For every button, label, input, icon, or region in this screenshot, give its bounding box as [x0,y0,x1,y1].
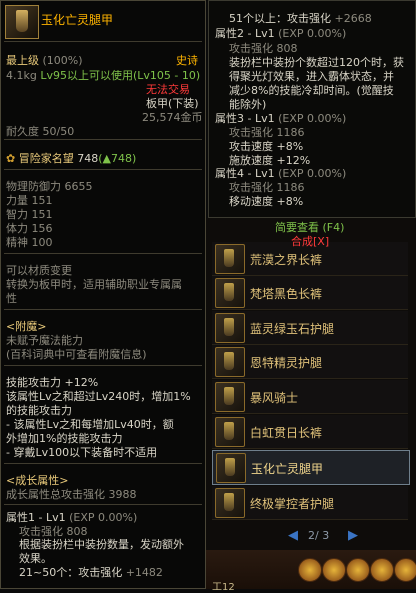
pager: ◀ 2/ 3 ▶ [212,524,408,548]
divider [4,139,202,140]
durability-label: 耐久度 50/50 [6,125,75,138]
item-icon [215,278,245,308]
grade-label: 最上级 (100%) [6,54,83,67]
skill-slot-icon[interactable] [322,558,346,582]
divider [4,463,202,464]
item-label: 暴风骑士 [250,391,299,405]
prev-page-icon[interactable]: ◀ [288,528,298,543]
item-label: 恩特精灵护腿 [250,356,323,370]
item-tooltip: 玉化亡灵腿甲 最上级 (100%) 史诗 4.1kg Lv95以上可以使用(Lv… [0,0,206,589]
skill-slot-icon[interactable] [298,558,322,582]
item-label: 蓝灵绿玉石护腿 [250,322,335,336]
item-label: 白虹贯日长裤 [250,426,323,440]
divider [4,41,202,42]
item-icon [5,5,39,39]
item-label: 终极掌控者护腿 [250,497,335,511]
page-indicator: 2/ 3 [308,529,330,542]
prop4-line: 移动速度 +8% [229,195,304,208]
item-label: 玉化亡灵腿甲 [251,462,324,476]
rarity-label: 史诗 [176,54,198,67]
item-icon [215,417,245,447]
next-page-icon[interactable]: ▶ [348,528,358,543]
divider [4,309,202,310]
transfer-line: 性 [6,292,17,305]
item-icon [215,488,245,518]
stat-line: 精神 100 [6,236,53,249]
skill-slot-icon[interactable] [346,558,370,582]
tooltip-continuation: 51个以上：攻击强化 +2668 属性2 - Lv1 (EXP 0.00%) 攻… [208,0,416,248]
list-item[interactable]: 暴风骑士 [212,380,408,414]
tier-line: 51个以上：攻击强化 +2668 [229,12,372,25]
item-icon [215,244,245,274]
list-item[interactable]: 恩特精灵护腿 [212,345,408,379]
item-label: 梵塔黑色长裤 [250,287,323,301]
prop1-tier: 21~50个：攻击强化 +1482 [19,566,163,579]
item-label: 荒漠之界长裤 [250,253,323,267]
list-item-selected[interactable]: 玉化亡灵腿甲 [212,450,410,485]
item-name: 玉化亡灵腿甲 [41,13,114,27]
item-icon [215,382,245,412]
quickslot-bar [206,550,416,589]
price-label: 25,574金币 [142,111,203,124]
skill-slot-icon[interactable] [394,558,416,582]
divider [4,504,202,505]
hotkey-label: 工12 [212,582,235,593]
fame-row: ✿ 冒险家名望 748(▲748) [6,152,137,165]
item-icon [215,347,245,377]
fame-icon: ✿ [6,152,16,165]
skill-slot-icon[interactable] [370,558,394,582]
divider [4,365,202,366]
list-item[interactable]: 终极掌控者护腿 [212,486,408,520]
item-icon [216,453,246,483]
growth-total: 成长属性总攻击强化 3988 [6,488,137,501]
skill-line: - 穿戴Lv100以下装备时不适用 [6,446,158,459]
synthesize-button[interactable]: 合成[X] [291,233,329,249]
list-item[interactable]: 梵塔黑色长裤 [212,276,408,310]
divider [4,253,202,254]
enchant-line: (百科词典中可查看附魔信息) [6,348,147,361]
list-item[interactable]: 蓝灵绿玉石护腿 [212,311,408,345]
transfer-line: 转换为板甲时，适用辅助职业专属属 [6,278,182,291]
item-icon [215,313,245,343]
prop2-title: 属性2 - Lv1 (EXP 0.00%) [215,27,347,40]
list-item[interactable]: 白虹贯日长裤 [212,415,408,449]
divider [4,169,202,170]
